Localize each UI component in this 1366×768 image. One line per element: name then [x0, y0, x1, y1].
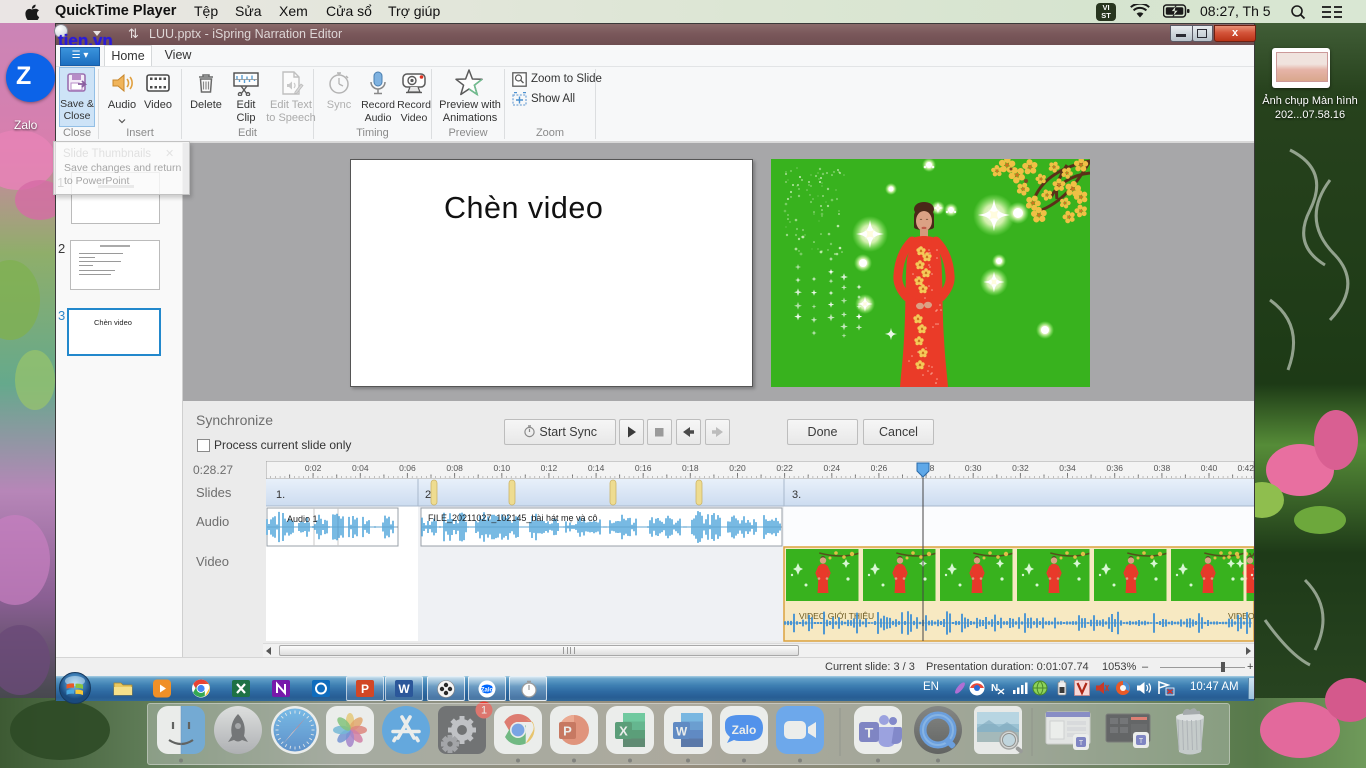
svg-text:0:24: 0:24 — [824, 463, 841, 473]
svg-text:3.: 3. — [792, 489, 801, 501]
svg-text:0:18: 0:18 — [682, 463, 699, 473]
svg-text:W: W — [398, 682, 410, 696]
svg-text:0:36: 0:36 — [1106, 463, 1123, 473]
svg-text:0:14: 0:14 — [588, 463, 605, 473]
svg-text:P: P — [361, 682, 369, 696]
svg-text:0:10: 0:10 — [494, 463, 511, 473]
svg-text:Audio 1: Audio 1 — [287, 514, 318, 524]
svg-text:0:26: 0:26 — [871, 463, 888, 473]
svg-text:0:12: 0:12 — [541, 463, 558, 473]
svg-text:0:08: 0:08 — [446, 463, 463, 473]
svg-text:0:42: 0:42 — [1237, 463, 1254, 473]
svg-text:0:06: 0:06 — [399, 463, 416, 473]
svg-text:0:04: 0:04 — [352, 463, 369, 473]
svg-text:FILE_20211027_102145_bài hát m: FILE_20211027_102145_bài hát mẹ và cô — [428, 513, 597, 523]
svg-text:0:30: 0:30 — [965, 463, 982, 473]
svg-text:0:22: 0:22 — [776, 463, 793, 473]
svg-text:0:34: 0:34 — [1059, 463, 1076, 473]
svg-text:0:20: 0:20 — [729, 463, 746, 473]
svg-text:0:16: 0:16 — [635, 463, 652, 473]
svg-text:VIDEO GIỚI THIỆU: VIDEO GIỚI THIỆU — [799, 611, 874, 621]
svg-text:0:02: 0:02 — [305, 463, 322, 473]
svg-text:0:38: 0:38 — [1154, 463, 1171, 473]
svg-text:0:32: 0:32 — [1012, 463, 1029, 473]
svg-text:N: N — [991, 683, 998, 694]
svg-text:Zalo: Zalo — [481, 688, 494, 694]
svg-text:0:40: 0:40 — [1201, 463, 1218, 473]
svg-text:1.: 1. — [276, 489, 285, 501]
